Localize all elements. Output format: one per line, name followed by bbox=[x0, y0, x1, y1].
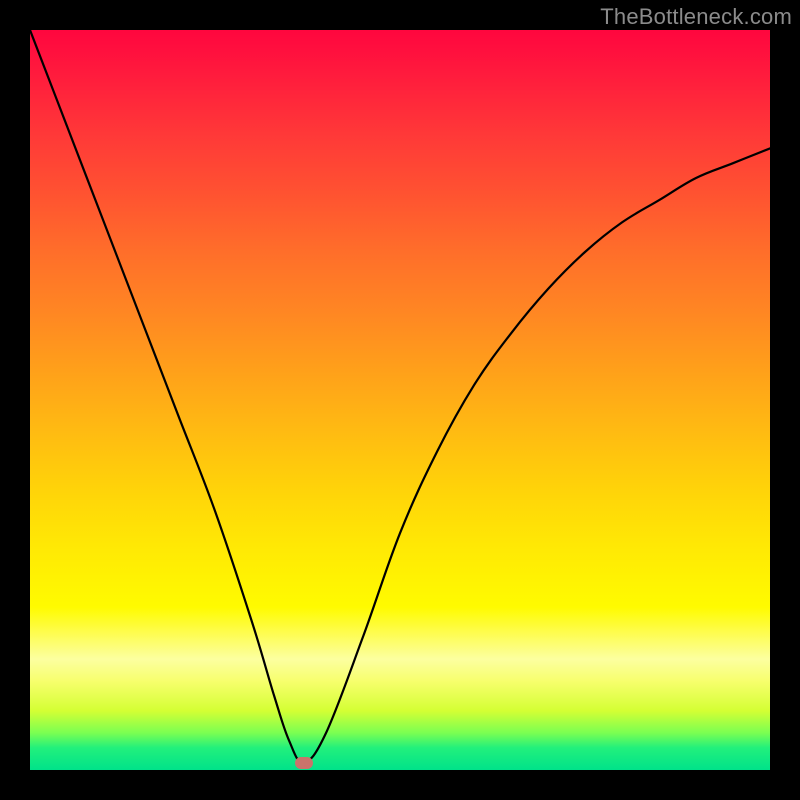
chart-stage: TheBottleneck.com bbox=[0, 0, 800, 800]
watermark-text: TheBottleneck.com bbox=[600, 4, 792, 30]
optimal-point-marker bbox=[295, 757, 313, 769]
bottleneck-curve bbox=[30, 30, 770, 770]
plot-area bbox=[30, 30, 770, 770]
